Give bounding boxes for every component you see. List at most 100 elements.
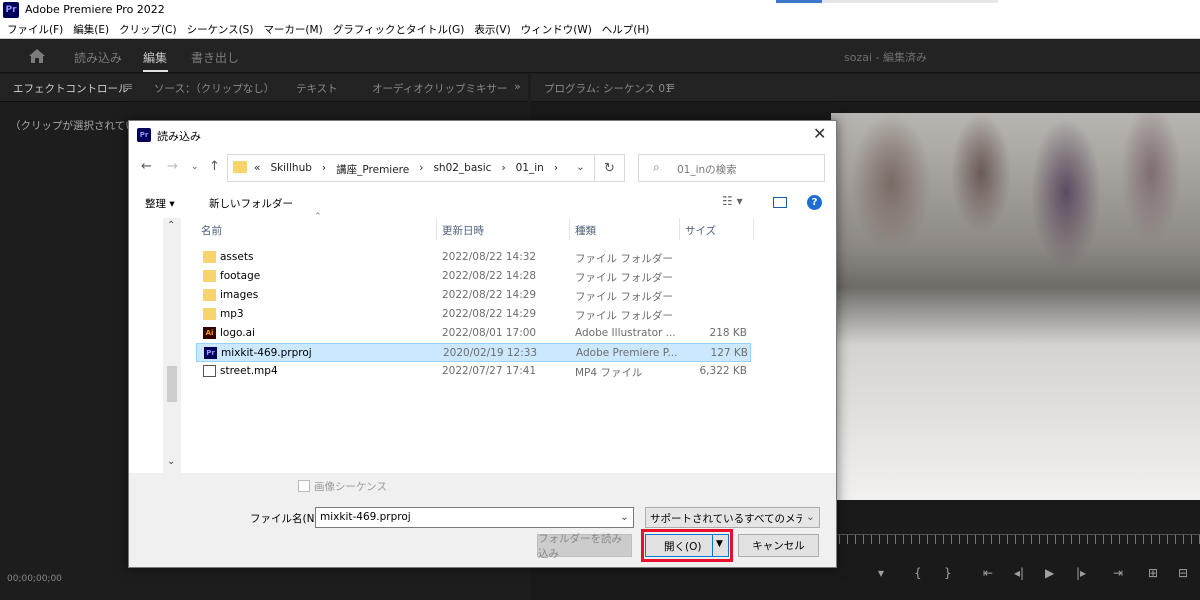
search-placeholder: 01_inの検索: [677, 164, 737, 176]
forward-arrow-icon[interactable]: →: [167, 159, 178, 174]
file-date: 2022/07/27 17:41: [442, 365, 537, 377]
file-type: ファイル フォルダー: [575, 291, 673, 303]
tab-export[interactable]: 書き出し: [191, 49, 239, 66]
column-size[interactable]: サイズ: [685, 223, 716, 238]
file-size: 127 KB: [710, 347, 748, 359]
menu-view[interactable]: 表示(V): [474, 22, 510, 37]
recent-chevron-icon[interactable]: ⌄: [191, 162, 199, 172]
column-date[interactable]: 更新日時: [442, 223, 484, 238]
file-row-logo-ai[interactable]: Ai logo.ai 2022/08/01 17:00 Adobe Illust…: [196, 324, 751, 343]
tab-source[interactable]: ソース：（クリップなし）: [154, 81, 274, 96]
file-name: mixkit-469.prproj: [221, 347, 312, 359]
address-bar[interactable]: « Skillhub › 講座_Premiere › sh02_basic › …: [227, 154, 595, 182]
mark-out-icon[interactable]: }: [944, 566, 952, 580]
file-row-street-mp4[interactable]: street.mp4 2022/07/27 17:41 MP4 ファイル 6,3…: [196, 362, 751, 381]
folder-icon: [203, 270, 216, 282]
lift-icon[interactable]: ⊞: [1148, 566, 1158, 580]
file-date: 2022/08/22 14:28: [442, 270, 537, 282]
filename-field[interactable]: mixkit-469.prproj ⌄: [315, 507, 634, 528]
file-name: street.mp4: [220, 365, 278, 377]
column-divider[interactable]: [436, 218, 437, 240]
column-divider[interactable]: [753, 218, 754, 240]
file-size: 6,322 KB: [699, 365, 748, 377]
tab-effect-controls[interactable]: エフェクトコントロール: [13, 81, 129, 96]
scroll-up-icon[interactable]: ⌃: [167, 220, 175, 231]
breadcrumb-separator[interactable]: ›: [501, 162, 505, 177]
menu-window[interactable]: ウィンドウ(W): [521, 22, 592, 37]
file-type: ファイル フォルダー: [575, 310, 673, 322]
mark-in-icon[interactable]: {: [914, 566, 922, 580]
tab-import[interactable]: 読み込み: [74, 49, 122, 66]
refresh-icon[interactable]: ↻: [595, 154, 625, 182]
column-name[interactable]: 名前: [201, 223, 222, 238]
panel-menu-icon[interactable]: ≡: [124, 80, 133, 93]
column-divider[interactable]: [679, 218, 680, 240]
play-icon[interactable]: ▶: [1045, 566, 1054, 580]
file-row-images[interactable]: images 2022/08/22 14:29 ファイル フォルダー: [196, 286, 751, 305]
breadcrumb-item[interactable]: 講座_Premiere: [336, 162, 409, 177]
panel-menu-icon[interactable]: ≡: [666, 80, 675, 93]
menu-file[interactable]: ファイル(F): [7, 22, 63, 37]
playback-scrubber[interactable]: [831, 534, 1200, 544]
help-icon[interactable]: ?: [807, 195, 822, 210]
menu-edit[interactable]: 編集(E): [73, 22, 109, 37]
file-row-footage[interactable]: footage 2022/08/22 14:28 ファイル フォルダー: [196, 267, 751, 286]
back-arrow-icon[interactable]: ←: [141, 159, 152, 174]
menu-help[interactable]: ヘルプ(H): [602, 22, 650, 37]
extract-icon[interactable]: ⊟: [1178, 566, 1188, 580]
file-name: mp3: [220, 308, 244, 320]
scrollbar-thumb[interactable]: [167, 366, 177, 402]
up-arrow-icon[interactable]: ↑: [209, 159, 220, 174]
tab-text[interactable]: テキスト: [296, 81, 338, 96]
breadcrumb-overflow[interactable]: «: [254, 162, 260, 177]
chevron-down-icon[interactable]: ⌄: [576, 161, 585, 173]
breadcrumb-item[interactable]: 01_in: [516, 162, 544, 177]
chevron-down-icon[interactable]: ⌄: [806, 511, 815, 523]
new-folder-button[interactable]: 新しいフォルダー: [209, 196, 293, 211]
step-back-icon[interactable]: ◂|: [1014, 566, 1024, 580]
timecode: 00;00;00;00: [7, 574, 62, 584]
home-icon[interactable]: [28, 48, 46, 64]
file-type-select[interactable]: サポートされているすべてのメディア (* ⌄: [645, 507, 820, 528]
go-to-in-icon[interactable]: ⇤: [983, 566, 993, 580]
panel-tabs: エフェクトコントロール ≡ ソース：（クリップなし） テキスト オーディオクリッ…: [0, 74, 528, 102]
go-to-out-icon[interactable]: ⇥: [1113, 566, 1123, 580]
import-folder-button[interactable]: フォルダーを読み込み: [537, 533, 632, 560]
cancel-button[interactable]: キャンセル: [738, 534, 819, 557]
step-forward-icon[interactable]: |▸: [1076, 566, 1086, 580]
view-options-icon[interactable]: ☷ ▾: [722, 194, 743, 208]
dialog-title: 読み込み: [157, 130, 201, 143]
tab-edit[interactable]: 編集: [143, 49, 167, 66]
preview-pane-icon[interactable]: [773, 197, 787, 208]
tab-program[interactable]: プログラム: シーケンス 01: [544, 81, 672, 96]
breadcrumb-separator[interactable]: ›: [554, 162, 558, 177]
breadcrumb-separator[interactable]: ›: [322, 162, 326, 177]
video-preview: [831, 113, 1200, 500]
navigation-scrollbar[interactable]: ⌃ ⌄: [163, 218, 181, 473]
file-row-assets[interactable]: assets 2022/08/22 14:32 ファイル フォルダー: [196, 248, 751, 267]
breadcrumb-item[interactable]: sh02_basic: [433, 162, 491, 177]
panel-overflow-icon[interactable]: »: [514, 80, 521, 93]
file-row-mp3[interactable]: mp3 2022/08/22 14:29 ファイル フォルダー: [196, 305, 751, 324]
scroll-down-icon[interactable]: ⌄: [167, 456, 175, 467]
menu-marker[interactable]: マーカー(M): [263, 22, 322, 37]
title-bar: Pr Adobe Premiere Pro 2022: [0, 0, 1200, 20]
menu-graphics[interactable]: グラフィックとタイトル(G): [333, 22, 465, 37]
menu-sequence[interactable]: シーケンス(S): [187, 22, 254, 37]
tab-audio-clip-mixer[interactable]: オーディオクリップミキサー: [372, 81, 508, 96]
search-input[interactable]: ⌕ 01_inの検索: [638, 154, 825, 182]
menu-clip[interactable]: クリップ(C): [119, 22, 177, 37]
breadcrumb-separator[interactable]: ›: [419, 162, 423, 177]
column-type[interactable]: 種類: [575, 223, 596, 238]
chevron-down-icon[interactable]: ⌄: [620, 511, 629, 523]
marker-icon[interactable]: ▾: [878, 566, 884, 580]
breadcrumb-item[interactable]: Skillhub: [270, 162, 311, 177]
close-icon[interactable]: ✕: [813, 124, 826, 143]
file-type-value: サポートされているすべてのメディア (*: [650, 513, 802, 525]
image-sequence-checkbox[interactable]: [298, 480, 310, 492]
organize-button[interactable]: 整理 ▾: [145, 196, 175, 211]
file-row-mixkit-prproj[interactable]: Pr mixkit-469.prproj 2020/02/19 12:33 Ad…: [196, 343, 751, 362]
file-name: images: [220, 289, 259, 301]
monitor-tabs: プログラム: シーケンス 01 ≡: [531, 74, 1200, 102]
column-divider[interactable]: [569, 218, 570, 240]
